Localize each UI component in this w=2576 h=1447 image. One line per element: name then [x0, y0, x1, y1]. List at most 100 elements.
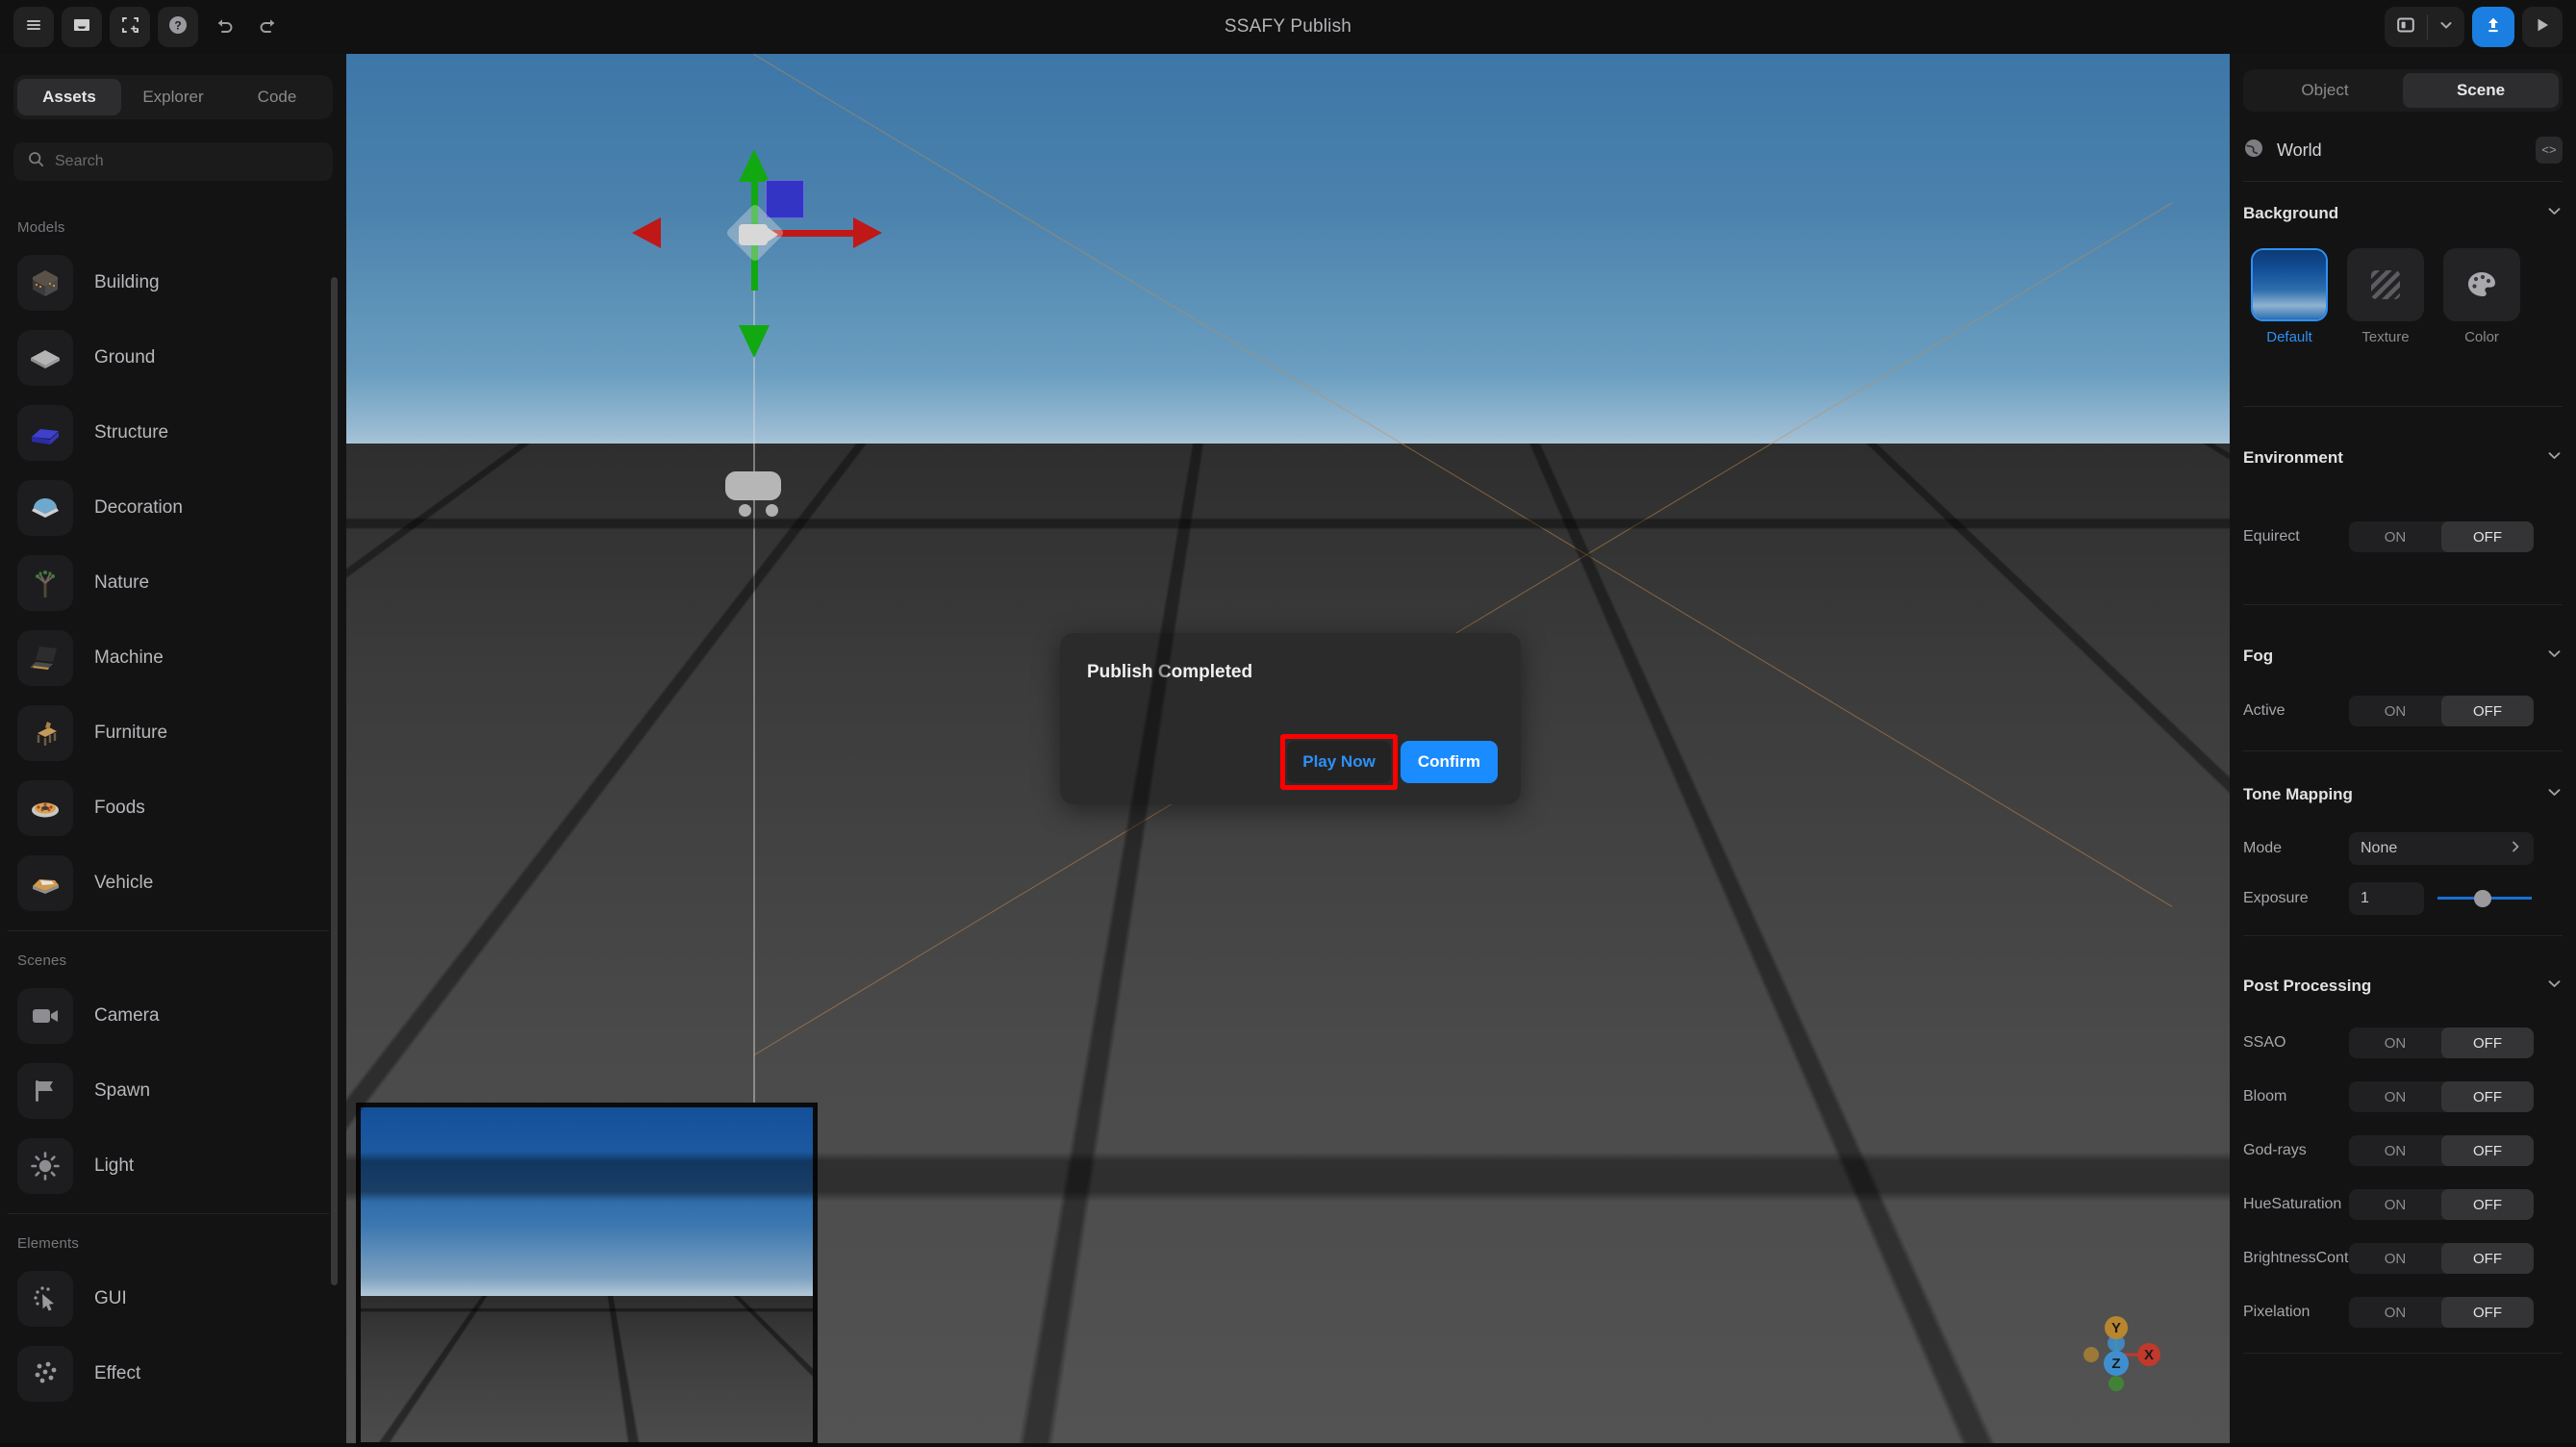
tab-assets[interactable]: Assets [17, 79, 121, 115]
redo-button[interactable] [250, 9, 287, 45]
world-row[interactable]: World <> [2243, 125, 2563, 175]
axis-orientation-gizmo[interactable]: Y X Z [2055, 1299, 2180, 1405]
camera-preview[interactable] [356, 1103, 818, 1447]
exposure-input[interactable]: 1 [2349, 882, 2424, 915]
help-button[interactable]: ? [158, 7, 198, 47]
code-icon[interactable]: <> [2536, 137, 2563, 164]
group-title-scenes: Scenes [17, 952, 67, 969]
toggle-on[interactable]: ON [2349, 696, 2441, 726]
asset-item-vehicle[interactable]: Vehicle [0, 846, 346, 921]
gizmo-y-arrow-up[interactable] [739, 149, 770, 182]
asset-item-effect[interactable]: Effect [0, 1336, 346, 1411]
toggle-off[interactable]: OFF [2441, 1081, 2534, 1112]
toggle-off[interactable]: OFF [2441, 1028, 2534, 1058]
publish-button[interactable] [2472, 7, 2514, 47]
panel-options-button[interactable] [2428, 7, 2464, 47]
background-option-color[interactable]: Color [2443, 248, 2520, 345]
toggle-off[interactable]: OFF [2441, 1135, 2534, 1166]
axis-label-z[interactable]: Z [2105, 1352, 2128, 1375]
gizmo-x-arrow-left[interactable] [632, 217, 661, 248]
section-background-header[interactable]: Background [2243, 200, 2563, 227]
chevron-down-icon[interactable] [2546, 203, 2563, 224]
asset-item-light[interactable]: Light [0, 1129, 346, 1204]
exposure-slider[interactable] [2437, 882, 2532, 915]
confirm-button[interactable]: Confirm [1400, 741, 1498, 783]
toggle-off[interactable]: OFF [2441, 521, 2534, 552]
tab-scene[interactable]: Scene [2403, 73, 2559, 108]
asset-item-building[interactable]: Building [0, 245, 346, 320]
toggle-on[interactable]: ON [2349, 1081, 2441, 1112]
asset-item-spawn[interactable]: Spawn [0, 1054, 346, 1129]
publish-icon [2483, 14, 2504, 40]
asset-item-decoration[interactable]: Decoration [0, 470, 346, 546]
search-bar[interactable] [13, 142, 333, 181]
gizmo-y-arrow-down[interactable] [739, 325, 770, 358]
background-option-default[interactable]: Default [2251, 248, 2328, 345]
pixelation-toggle[interactable]: ON OFF [2349, 1297, 2534, 1328]
panel-toggle-button[interactable] [2385, 7, 2427, 47]
axis-label-x[interactable]: X [2137, 1343, 2160, 1366]
toggle-off[interactable]: OFF [2441, 1189, 2534, 1220]
toggle-on[interactable]: ON [2349, 1028, 2441, 1058]
brightnesscontrast-toggle[interactable]: ON OFF [2349, 1243, 2534, 1274]
godrays-toggle[interactable]: ON OFF [2349, 1135, 2534, 1166]
menu-button[interactable] [13, 7, 54, 47]
toggle-off[interactable]: OFF [2441, 696, 2534, 726]
fog-active-toggle[interactable]: ON OFF [2349, 696, 2534, 726]
tab-object[interactable]: Object [2247, 73, 2403, 108]
row-label: God-rays [2243, 1142, 2307, 1158]
help-icon: ? [167, 14, 189, 40]
tab-explorer[interactable]: Explorer [121, 79, 225, 115]
expand-button[interactable] [110, 7, 150, 47]
asset-item-ground[interactable]: Ground [0, 320, 346, 395]
play-now-button[interactable]: Play Now [1287, 741, 1391, 783]
sky-gradient-icon [2251, 248, 2328, 321]
slider-knob[interactable] [2474, 890, 2492, 907]
asset-item-gui[interactable]: GUI [0, 1261, 346, 1336]
asset-item-machine[interactable]: Machine [0, 621, 346, 696]
section-postprocessing-header[interactable]: Post Processing [2243, 973, 2563, 1000]
asset-item-foods[interactable]: Foods [0, 771, 346, 846]
axis-label-y[interactable]: Y [2105, 1316, 2128, 1339]
equirect-toggle[interactable]: ON OFF [2349, 521, 2534, 552]
sidebar-scrollbar[interactable] [331, 277, 338, 1443]
asset-label: Foods [94, 798, 145, 818]
chevron-down-icon[interactable] [2546, 646, 2563, 667]
row-godrays: God-rays ON OFF [2243, 1134, 2563, 1167]
camera-icon [17, 988, 73, 1044]
toggle-off[interactable]: OFF [2441, 1297, 2534, 1328]
undo-button[interactable] [206, 9, 242, 45]
sidebar-scrollbar-thumb[interactable] [331, 277, 338, 1285]
asset-item-furniture[interactable]: Furniture [0, 696, 346, 771]
chevron-down-icon[interactable] [2546, 447, 2563, 469]
play-button[interactable] [2522, 7, 2563, 47]
foods-icon [17, 780, 73, 836]
search-input[interactable] [55, 153, 318, 170]
inbox-button[interactable] [62, 7, 102, 47]
toggle-on[interactable]: ON [2349, 1135, 2441, 1166]
gizmo-z-plane-handle[interactable] [766, 180, 804, 218]
section-fog-header[interactable]: Fog [2243, 643, 2563, 670]
toggle-off[interactable]: OFF [2441, 1243, 2534, 1274]
asset-item-nature[interactable]: Nature [0, 546, 346, 621]
chevron-down-icon[interactable] [2546, 976, 2563, 997]
toggle-on[interactable]: ON [2349, 1189, 2441, 1220]
huesaturation-toggle[interactable]: ON OFF [2349, 1189, 2534, 1220]
toggle-on[interactable]: ON [2349, 521, 2441, 552]
camera-object[interactable] [739, 224, 778, 245]
asset-item-camera[interactable]: Camera [0, 978, 346, 1054]
spawn-marker[interactable] [725, 471, 781, 500]
tonemapping-mode-select[interactable]: None [2349, 832, 2534, 865]
chevron-down-icon[interactable] [2546, 784, 2563, 805]
toggle-on[interactable]: ON [2349, 1243, 2441, 1274]
tab-code[interactable]: Code [225, 79, 329, 115]
section-environment-header[interactable]: Environment [2243, 444, 2563, 471]
background-option-texture[interactable]: Texture [2347, 248, 2424, 345]
section-tonemapping-header[interactable]: Tone Mapping [2243, 781, 2563, 808]
bloom-toggle[interactable]: ON OFF [2349, 1081, 2534, 1112]
inspector-tabs: Object Scene [2243, 69, 2563, 112]
gizmo-x-arrow-right[interactable] [853, 217, 882, 248]
asset-item-structure[interactable]: Structure [0, 395, 346, 470]
ssao-toggle[interactable]: ON OFF [2349, 1028, 2534, 1058]
toggle-on[interactable]: ON [2349, 1297, 2441, 1328]
